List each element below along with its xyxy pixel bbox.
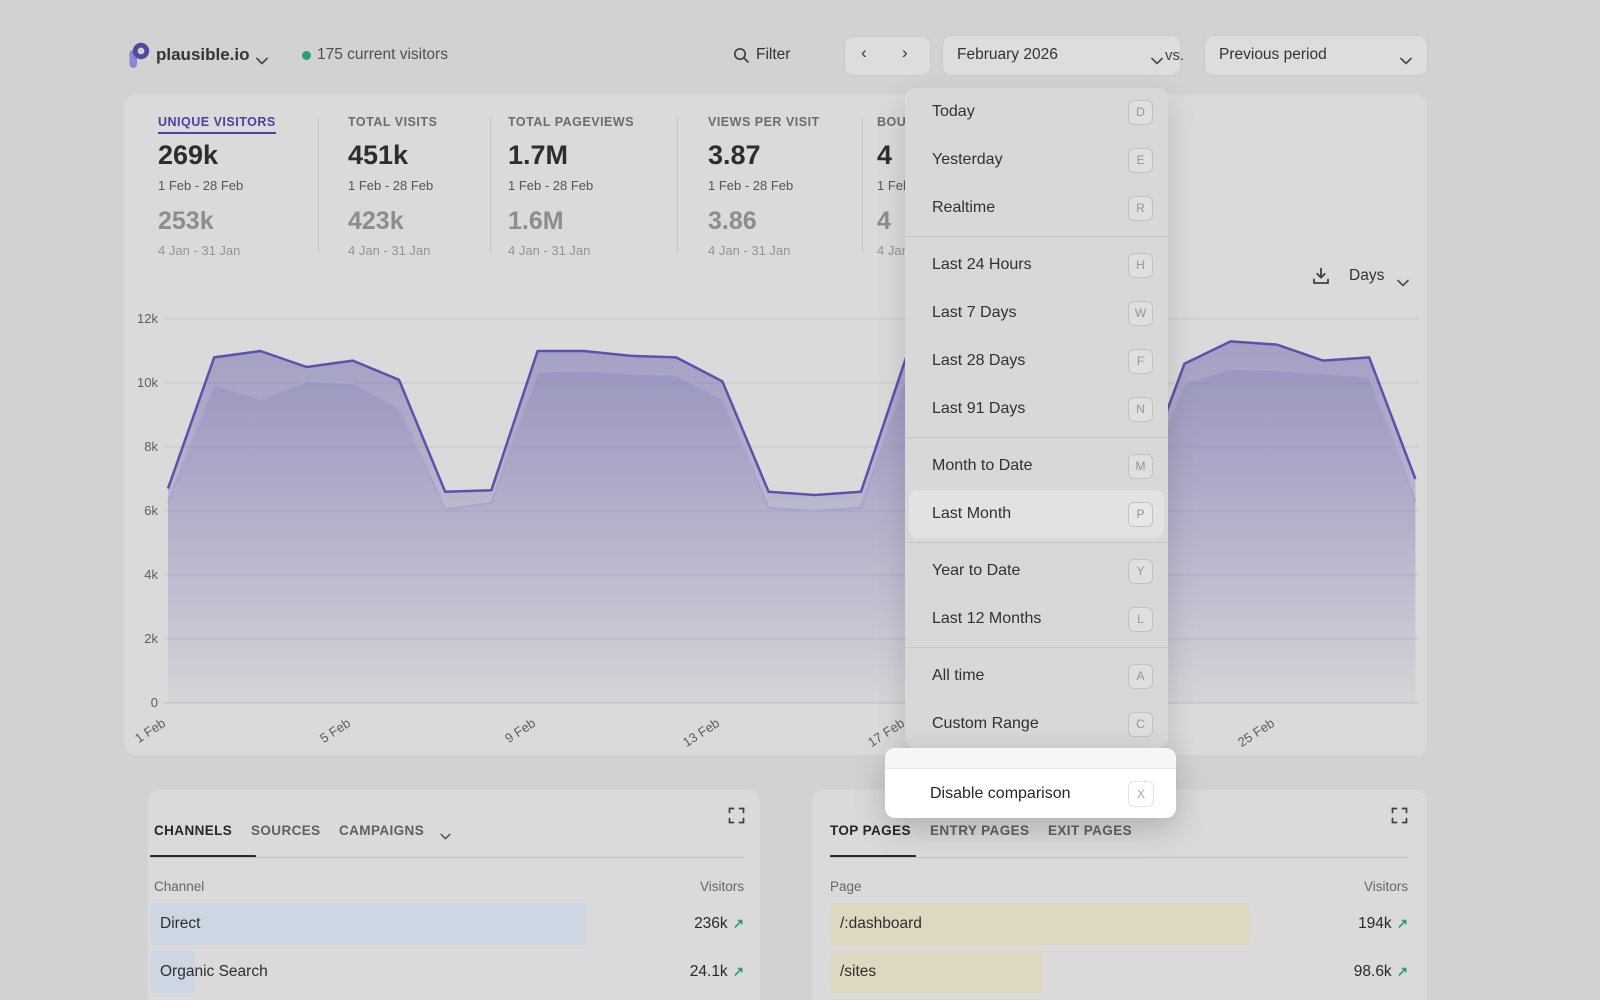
menu-item-last-91-days[interactable]: Last 91 DaysN (905, 385, 1168, 433)
trend-up-icon: ↗ (733, 964, 744, 980)
site-switcher-chevron-icon[interactable] (256, 52, 268, 70)
menu-item-all-time[interactable]: All timeA (905, 652, 1168, 700)
tab-entry-pages[interactable]: ENTRY PAGES (930, 823, 1029, 838)
channel-row-name[interactable]: Direct (160, 915, 200, 933)
date-nav-group: ‹ › (845, 37, 930, 75)
channel-row-visitors: 236k (694, 915, 728, 933)
shortcut-key: A (1128, 664, 1153, 689)
shortcut-key: P (1128, 502, 1153, 527)
shortcut-key: W (1128, 301, 1153, 326)
shortcut-key: E (1128, 148, 1153, 173)
shortcut-key: H (1128, 253, 1153, 278)
trend-up-icon: ↗ (733, 916, 744, 932)
channels-visitors-header: Visitors (644, 879, 744, 894)
shortcut-key: L (1128, 607, 1153, 632)
next-period-button[interactable]: › (902, 43, 908, 63)
trend-up-icon: ↗ (1397, 916, 1408, 932)
site-name[interactable]: plausible.io (156, 45, 250, 65)
page-row-name[interactable]: /sites (840, 963, 876, 981)
date-range-menu: TodayD YesterdayE RealtimeR Last 24 Hour… (905, 88, 1168, 748)
chevron-down-icon (1400, 52, 1412, 70)
shortcut-key: M (1128, 454, 1153, 479)
menu-item-year-to-date[interactable]: Year to DateY (905, 547, 1168, 595)
expand-icon[interactable] (1391, 807, 1408, 829)
vs-label: vs. (1165, 47, 1184, 64)
chevron-down-icon[interactable] (440, 827, 451, 845)
menu-divider (905, 236, 1168, 237)
date-range-select[interactable]: February 2026 (943, 36, 1180, 75)
menu-item-custom-range[interactable]: Custom RangeC (905, 700, 1168, 748)
current-visitors[interactable]: 175 current visitors (317, 46, 448, 64)
tab-campaigns[interactable]: CAMPAIGNS (339, 823, 424, 838)
comparison-select[interactable]: Previous period (1205, 36, 1427, 75)
pages-col-header: Page (830, 879, 862, 894)
shortcut-key: R (1128, 196, 1153, 221)
shortcut-key: N (1128, 397, 1153, 422)
comparison-label: Previous period (1219, 46, 1327, 64)
channel-bar (150, 903, 586, 945)
search-icon (733, 47, 750, 69)
channel-row-value: 236k ↗ (624, 915, 744, 933)
shortcut-key: Y (1128, 559, 1153, 584)
shortcut-key: C (1128, 712, 1153, 737)
menu-item-today[interactable]: TodayD (905, 88, 1168, 136)
page-row-value: 194k ↗ (1288, 915, 1408, 933)
shortcut-key: D (1128, 100, 1153, 125)
divider (150, 857, 744, 858)
visitors-chart[interactable] (124, 95, 1427, 755)
menu-divider (905, 437, 1168, 438)
menu-item-realtime[interactable]: RealtimeR (905, 184, 1168, 232)
plausible-logo (128, 42, 150, 68)
chart-series (168, 341, 1415, 703)
page-row-visitors: 194k (1358, 915, 1392, 933)
expand-icon[interactable] (728, 807, 745, 829)
channel-row-name[interactable]: Organic Search (160, 963, 268, 981)
channels-col-header: Channel (154, 879, 204, 894)
pages-visitors-header: Visitors (1308, 879, 1408, 894)
tab-sources[interactable]: SOURCES (251, 823, 321, 838)
menu-item-disable-comparison[interactable]: Disable comparison X (885, 769, 1176, 818)
menu-item-last-12-months[interactable]: Last 12 MonthsL (905, 595, 1168, 643)
prev-period-button[interactable]: ‹ (861, 43, 867, 63)
channel-row-value: 24.1k ↗ (624, 963, 744, 981)
filter-button[interactable]: Filter (756, 46, 790, 64)
live-dot-icon (302, 51, 311, 60)
menu-item-last-24-hours[interactable]: Last 24 HoursH (905, 241, 1168, 289)
comparison-menu-top-strip (885, 748, 1176, 769)
comparison-menu: Disable comparison X (885, 748, 1176, 818)
page-row-name[interactable]: /:dashboard (840, 915, 922, 933)
menu-item-yesterday[interactable]: YesterdayE (905, 136, 1168, 184)
menu-divider (905, 542, 1168, 543)
menu-item-last-7-days[interactable]: Last 7 DaysW (905, 289, 1168, 337)
tab-top-pages[interactable]: TOP PAGES (830, 823, 911, 838)
menu-item-month-to-date[interactable]: Month to DateM (905, 442, 1168, 490)
shortcut-key: F (1128, 349, 1153, 374)
chevron-down-icon (1151, 52, 1163, 70)
divider (830, 857, 1408, 858)
page-row-value: 98.6k ↗ (1288, 963, 1408, 981)
menu-divider (905, 647, 1168, 648)
menu-item-last-28-days[interactable]: Last 28 DaysF (905, 337, 1168, 385)
channel-row-visitors: 24.1k (690, 963, 728, 981)
tab-channels[interactable]: CHANNELS (154, 823, 232, 838)
date-range-label: February 2026 (957, 46, 1058, 64)
trend-up-icon: ↗ (1397, 964, 1408, 980)
page-row-visitors: 98.6k (1354, 963, 1392, 981)
shortcut-key: X (1128, 781, 1154, 807)
tab-exit-pages[interactable]: EXIT PAGES (1048, 823, 1132, 838)
menu-item-last-month[interactable]: Last MonthP (909, 490, 1164, 538)
